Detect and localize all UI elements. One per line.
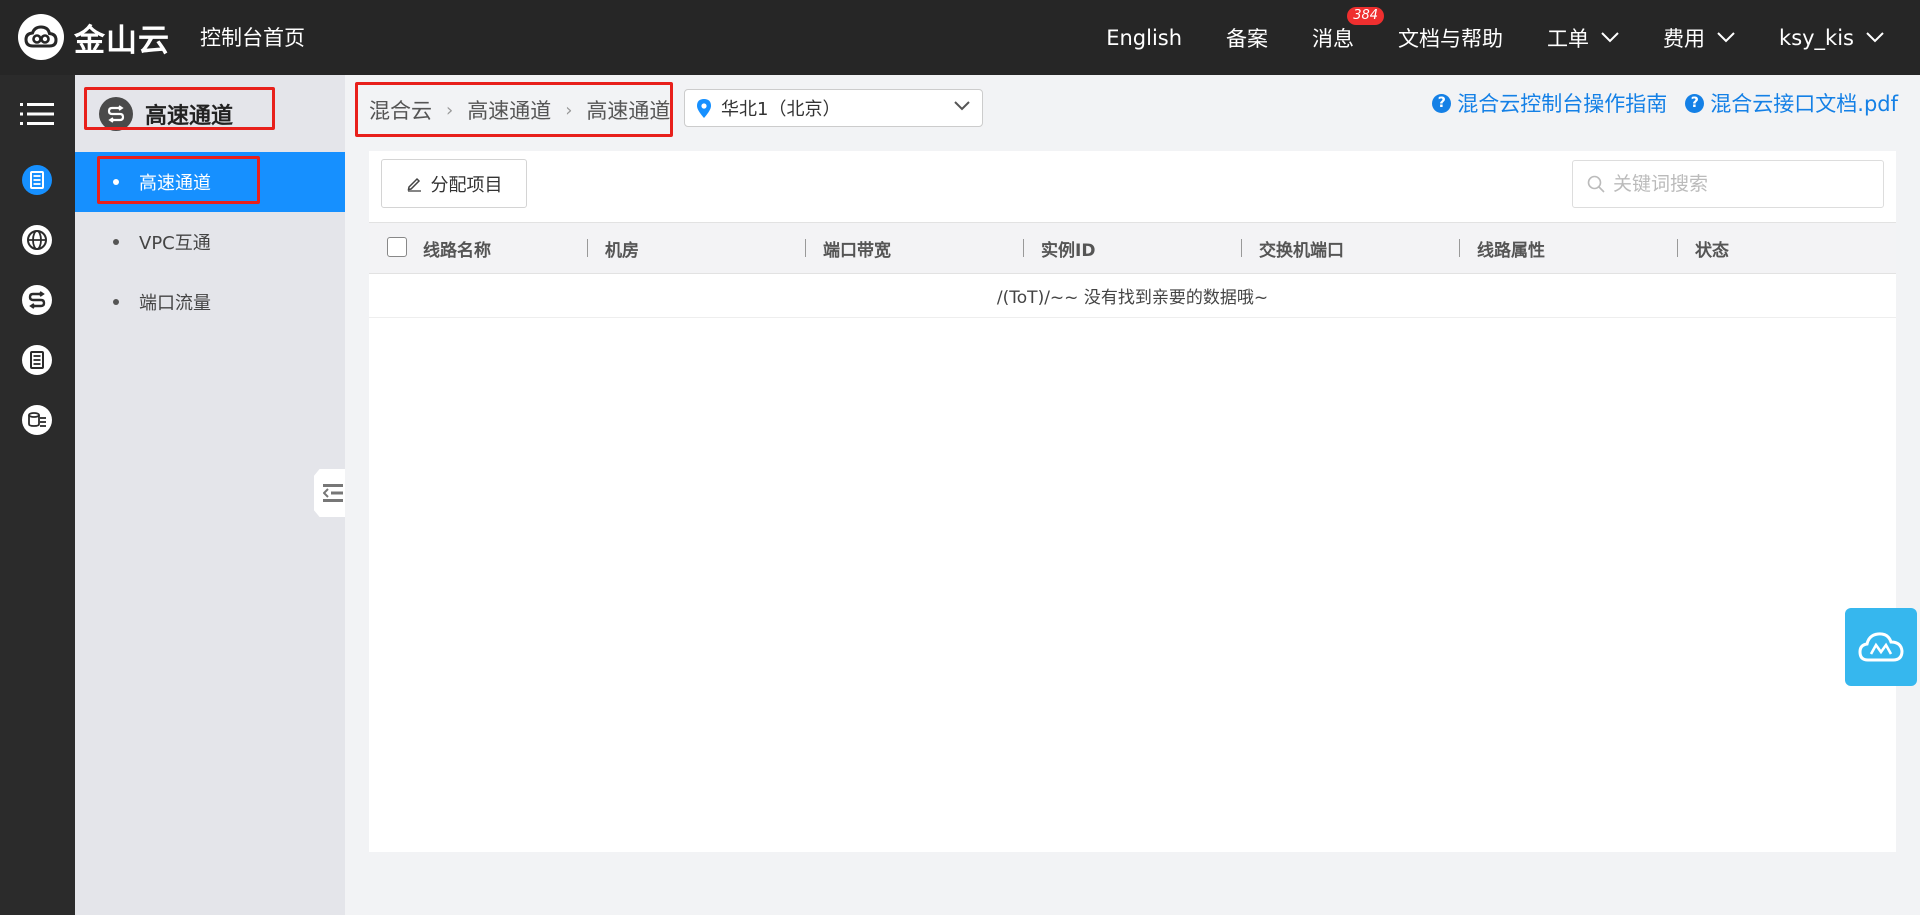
docs-help-link[interactable]: 文档与帮助 bbox=[1398, 23, 1503, 53]
collapse-icon bbox=[322, 484, 343, 502]
submenu-item-label: 端口流量 bbox=[139, 293, 211, 314]
assign-project-button[interactable]: 分配项目 bbox=[381, 159, 527, 208]
customer-service-button[interactable] bbox=[1845, 608, 1917, 686]
ticket-label: 工单 bbox=[1547, 26, 1590, 51]
submenu-item-express-channel[interactable]: 高速通道 bbox=[75, 152, 345, 212]
breadcrumb-item[interactable]: 高速通道 bbox=[467, 95, 551, 125]
collapse-sidebar-handle[interactable] bbox=[314, 469, 345, 517]
chevron-down-icon bbox=[1717, 32, 1735, 43]
assign-project-label: 分配项目 bbox=[430, 174, 503, 196]
messages-label: 消息 bbox=[1312, 26, 1355, 51]
billing-menu[interactable]: 费用 bbox=[1663, 23, 1735, 53]
breadcrumb-item: 高速通道 bbox=[586, 99, 671, 123]
region-selected-value: 华北1（北京） bbox=[721, 99, 841, 120]
column-header-room[interactable]: 机房 bbox=[605, 223, 639, 273]
submenu-header: 高速通道 bbox=[75, 75, 345, 152]
bullet-icon bbox=[113, 179, 119, 185]
menu-icon[interactable] bbox=[20, 101, 54, 127]
bullet-icon bbox=[113, 299, 119, 305]
breadcrumb: 混合云 › 高速通道 › 高速通道 bbox=[369, 95, 670, 125]
main-panel: 分配项目 线路名称 机房 端口带宽 实例ID 交换机端口 线路属性 状态 /(T… bbox=[369, 151, 1896, 852]
column-header-line-attribute[interactable]: 线路属性 bbox=[1477, 223, 1545, 273]
user-menu[interactable]: ksy_kis bbox=[1779, 26, 1884, 50]
breadcrumb-item[interactable]: 混合云 bbox=[369, 95, 432, 125]
question-icon: ? bbox=[1685, 93, 1705, 113]
column-header-port-bandwidth[interactable]: 端口带宽 bbox=[823, 223, 891, 273]
list-icon[interactable] bbox=[21, 344, 53, 376]
top-bar: 金山云 控制台首页 English 备案 消息 384 文档与帮助 工单 费用 … bbox=[0, 0, 1920, 75]
console-guide-label: 混合云控制台操作指南 bbox=[1457, 92, 1668, 116]
submenu-item-port-traffic[interactable]: 端口流量 bbox=[75, 272, 345, 332]
help-links: ? 混合云控制台操作指南 ? 混合云接口文档.pdf bbox=[1414, 88, 1898, 118]
bullet-icon bbox=[113, 239, 119, 245]
logo-text: 金山云 bbox=[74, 22, 170, 59]
submenu-item-vpc-peering[interactable]: VPC互通 bbox=[75, 212, 345, 272]
chat-cloud-icon bbox=[1858, 632, 1904, 662]
column-header-instance-id[interactable]: 实例ID bbox=[1041, 223, 1095, 273]
pencil-icon bbox=[407, 177, 421, 192]
location-pin-icon bbox=[697, 98, 711, 118]
keyword-search bbox=[1572, 160, 1884, 208]
messages-badge: 384 bbox=[1347, 6, 1385, 25]
database-icon[interactable] bbox=[21, 404, 53, 436]
console-guide-link[interactable]: ? 混合云控制台操作指南 bbox=[1432, 88, 1667, 118]
chevron-down-icon bbox=[954, 101, 970, 111]
billing-label: 费用 bbox=[1663, 26, 1706, 51]
logo[interactable]: 金山云 bbox=[18, 14, 170, 60]
channel-icon[interactable] bbox=[21, 284, 53, 316]
submenu: 高速通道 高速通道 VPC互通 端口流量 bbox=[75, 75, 345, 915]
column-header-line-name[interactable]: 线路名称 bbox=[423, 223, 491, 273]
empty-state-message: /(ToT)/~~ 没有找到亲要的数据哦~ bbox=[369, 274, 1896, 318]
channel-icon bbox=[99, 96, 133, 131]
user-name: ksy_kis bbox=[1779, 25, 1854, 50]
question-icon: ? bbox=[1432, 93, 1452, 113]
column-divider bbox=[1677, 239, 1678, 257]
select-all-checkbox[interactable] bbox=[387, 237, 407, 257]
globe-icon[interactable] bbox=[21, 224, 53, 256]
lines-table: 线路名称 机房 端口带宽 实例ID 交换机端口 线路属性 状态 /(ToT)/~… bbox=[369, 222, 1896, 318]
region-select[interactable]: 华北1（北京） bbox=[684, 89, 983, 127]
search-input[interactable] bbox=[1613, 173, 1873, 195]
column-divider bbox=[587, 239, 588, 257]
console-home-link[interactable]: 控制台首页 bbox=[200, 22, 305, 52]
messages-link[interactable]: 消息 384 bbox=[1312, 6, 1385, 53]
chevron-right-icon: › bbox=[565, 99, 573, 121]
submenu-item-label: 高速通道 bbox=[139, 173, 211, 194]
column-divider bbox=[805, 239, 806, 257]
table-header: 线路名称 机房 端口带宽 实例ID 交换机端口 线路属性 状态 bbox=[369, 222, 1896, 274]
chevron-right-icon: › bbox=[446, 99, 454, 121]
column-divider bbox=[1459, 239, 1460, 257]
chevron-down-icon bbox=[1866, 32, 1884, 43]
beian-link[interactable]: 备案 bbox=[1226, 23, 1268, 53]
top-nav: English 备案 消息 384 文档与帮助 工单 费用 ksy_kis bbox=[1062, 0, 1884, 75]
cloud-logo-icon bbox=[18, 14, 64, 60]
column-header-status[interactable]: 状态 bbox=[1695, 223, 1729, 273]
ticket-menu[interactable]: 工单 bbox=[1547, 23, 1619, 53]
submenu-item-label: VPC互通 bbox=[139, 233, 211, 254]
column-divider bbox=[1023, 239, 1024, 257]
chevron-down-icon bbox=[1601, 32, 1619, 43]
submenu-title: 高速通道 bbox=[145, 103, 234, 129]
icon-rail bbox=[0, 75, 75, 915]
api-doc-link[interactable]: ? 混合云接口文档.pdf bbox=[1685, 88, 1898, 118]
server-icon[interactable] bbox=[21, 164, 53, 196]
english-link[interactable]: English bbox=[1106, 26, 1182, 50]
search-icon bbox=[1587, 175, 1605, 193]
column-divider bbox=[1241, 239, 1242, 257]
column-header-switch-port[interactable]: 交换机端口 bbox=[1259, 223, 1344, 273]
api-doc-label: 混合云接口文档.pdf bbox=[1710, 92, 1898, 116]
